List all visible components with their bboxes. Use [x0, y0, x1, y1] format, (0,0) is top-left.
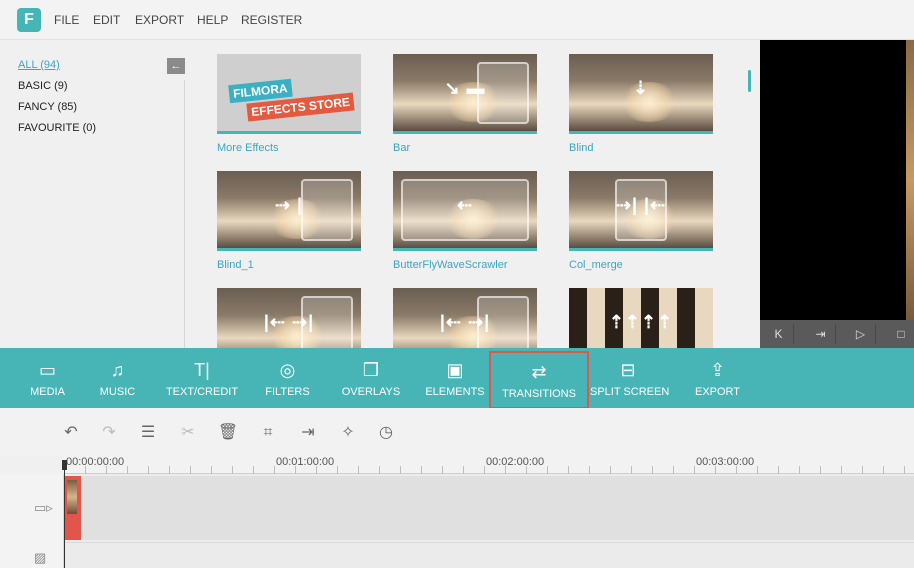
track-headers: ▭▹ ▨ — [0, 474, 64, 568]
category-fancy[interactable]: FANCY (85) — [18, 101, 77, 113]
effect-thumbnail: ⇡⇡⇡⇡ — [569, 288, 713, 348]
adjust-icon[interactable]: ☰ — [137, 422, 159, 444]
menu-edit[interactable]: EDIT — [93, 13, 120, 27]
filters-icon: ◎ — [279, 360, 296, 380]
step-back-button[interactable]: K — [764, 324, 794, 344]
step-forward-button[interactable]: ⇥ — [806, 324, 836, 344]
effect-thumbnail: ↘ ▬ — [393, 54, 537, 134]
main-toolbar: ▭ MEDIA ♫ MUSIC T| TEXT/CREDIT ◎ FILTERS… — [0, 348, 914, 409]
effect-thumbnail: ⇢ | — [217, 171, 361, 251]
tool-elements[interactable]: ▣ ELEMENTS — [422, 348, 488, 408]
stop-icon: □ — [897, 327, 905, 341]
tool-filters[interactable]: ◎ FILTERS — [260, 348, 315, 408]
category-panel: ALL (94) BASIC (9) FANCY (85) FAVOURITE … — [0, 40, 200, 370]
undo-icon[interactable]: ↶ — [60, 422, 82, 444]
effect-label: Bar — [393, 142, 411, 154]
menu-register[interactable]: REGISTER — [241, 13, 302, 27]
music-note-icon: ♫ — [110, 360, 125, 380]
player-controls: K ⇥ ▷ □ — [760, 320, 914, 348]
crop-icon[interactable]: ⌗ — [257, 422, 279, 444]
category-basic[interactable]: BASIC (9) — [18, 80, 68, 92]
menu-file[interactable]: FILE — [54, 13, 79, 27]
tool-transitions[interactable]: ⇄ TRANSITIONS — [489, 351, 589, 409]
clock-icon[interactable]: ◷ — [375, 422, 397, 444]
filmora-logo-icon: F — [17, 8, 41, 32]
insert-icon[interactable]: ⇥ — [297, 422, 319, 444]
transitions-grid: FILMORA EFFECTS STORE More Effects ↘ ▬ B… — [200, 40, 758, 348]
panel-divider — [184, 80, 185, 370]
checker-arrows-icon: ⇡⇡⇡⇡ — [608, 312, 674, 332]
effect-thumbnail: ⇣ — [569, 54, 713, 134]
effect-thumbnail: FILMORA EFFECTS STORE — [217, 54, 361, 134]
split-screen-icon: ⊟ — [620, 360, 636, 380]
video-camera-icon: ▭▹ — [34, 500, 53, 515]
effect-thumbnail: ⇢| |⇠ — [569, 171, 713, 251]
effect-thumbnail: |⇠ ⇢| — [393, 288, 537, 348]
effect-thumbnail: ⇠ — [393, 171, 537, 251]
effect-label: More Effects — [217, 142, 279, 154]
folder-icon: ▭ — [38, 360, 56, 380]
tool-media[interactable]: ▭ MEDIA — [20, 348, 75, 408]
arrow-left-icon: ← — [170, 60, 182, 72]
overlays-icon: ❒ — [362, 360, 380, 380]
image-icon: ▨ — [34, 550, 47, 565]
effect-label: Blind_1 — [217, 259, 254, 271]
magic-wand-icon[interactable]: ✧ — [337, 422, 359, 444]
effect-label: Col_merge — [569, 259, 623, 271]
transitions-icon: ⇄ — [531, 362, 547, 382]
staircase-arrow-icon: ↘ ▬ — [444, 78, 486, 98]
blind-down-arrow-icon: ⇣ — [632, 78, 650, 98]
tool-music[interactable]: ♫ MUSIC — [90, 348, 145, 408]
text-icon: T| — [194, 360, 210, 380]
arrow-left-icon: ⇠ — [456, 195, 474, 215]
play-icon: ▷ — [855, 327, 866, 341]
tool-overlays[interactable]: ❒ OVERLAYS — [338, 348, 404, 408]
image-icon: ▣ — [446, 360, 464, 380]
menu-bar: F FILE EDIT EXPORT HELP REGISTER — [0, 0, 914, 40]
effect-label: ButterFlyWaveScrawler — [393, 259, 508, 271]
skip-end-icon: ⇥ — [815, 327, 826, 341]
scissors-icon[interactable]: ✂ — [177, 422, 199, 444]
stop-button[interactable]: □ — [886, 324, 914, 344]
cross-arrows-icon: |⇠ ⇢| — [439, 312, 491, 332]
skip-start-icon: K — [774, 327, 783, 341]
tool-export[interactable]: ⇪ EXPORT — [690, 348, 745, 408]
video-track[interactable] — [64, 476, 914, 540]
playhead-handle[interactable] — [62, 460, 67, 470]
redo-icon[interactable]: ↷ — [98, 422, 120, 444]
grid-scrollbar[interactable] — [748, 70, 751, 92]
effect-label: Blind — [569, 142, 594, 154]
merge-arrows-icon: ⇢| |⇠ — [615, 195, 667, 215]
menu-help[interactable]: HELP — [197, 13, 228, 27]
clip-thumbnail — [67, 480, 77, 514]
effect-thumbnail: |⇠ ⇢| — [217, 288, 361, 348]
split-arrows-icon: |⇠ ⇢| — [263, 312, 315, 332]
ruler-ticks — [64, 466, 914, 474]
tool-text-credit[interactable]: T| TEXT/CREDIT — [162, 348, 242, 408]
tool-split-screen[interactable]: ⊟ SPLIT SCREEN — [590, 348, 669, 408]
category-all[interactable]: ALL (94) — [18, 59, 60, 71]
export-icon: ⇪ — [709, 360, 726, 380]
trash-icon[interactable]: 🗑 — [217, 422, 239, 444]
playhead[interactable] — [64, 460, 65, 568]
menu-export[interactable]: EXPORT — [135, 13, 184, 27]
preview-window — [760, 40, 914, 320]
collapse-panel-button[interactable]: ← — [167, 58, 185, 74]
edit-toolbar: ↶ ↷ ☰ ✂ 🗑 ⌗ ⇥ ✧ ◷ — [0, 408, 914, 456]
arrow-right-icon: ⇢ | — [274, 195, 304, 215]
play-button[interactable]: ▷ — [846, 324, 876, 344]
category-favourite[interactable]: FAVOURITE (0) — [18, 122, 96, 134]
image-track[interactable] — [64, 542, 914, 568]
